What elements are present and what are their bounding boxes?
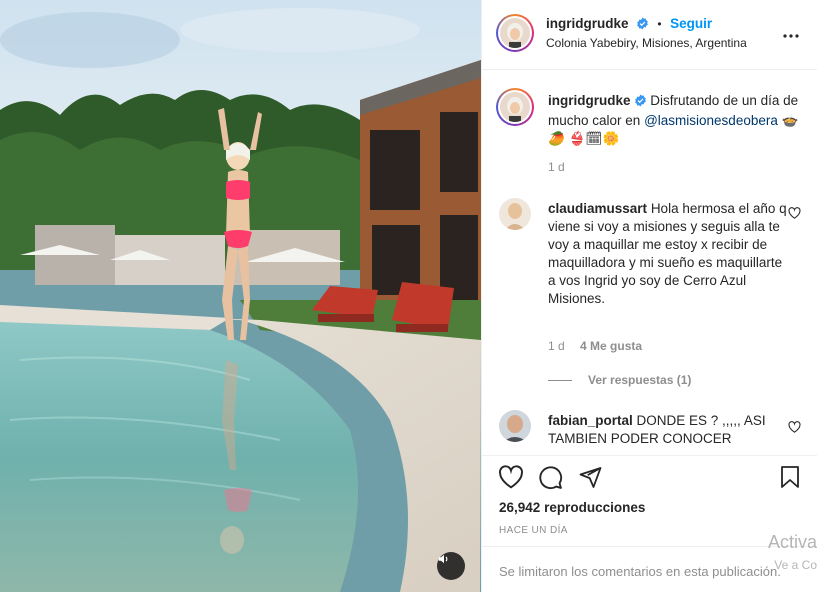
separator-dot: •	[657, 17, 662, 31]
mute-button[interactable]	[437, 552, 465, 580]
comment-likes[interactable]: 4 Me gusta	[580, 339, 642, 353]
follow-button[interactable]: Seguir	[670, 16, 712, 31]
comment-icon	[539, 466, 563, 490]
comment-like-button[interactable]	[788, 420, 801, 438]
comment-meta: 1 d 4 Me gusta	[548, 339, 642, 353]
post-location[interactable]: Colonia Yabebiry, Misiones, Argentina	[546, 36, 747, 50]
heart-outline-icon	[788, 207, 801, 219]
comment-avatar[interactable]	[499, 198, 531, 230]
caption-username[interactable]: ingridgrudke	[548, 93, 631, 108]
heart-outline-icon	[788, 421, 801, 433]
paper-plane-icon	[579, 467, 602, 488]
save-button[interactable]	[779, 465, 801, 494]
post-panel: ingridgrudke • Seguir Colonia Yabebiry, …	[481, 0, 817, 592]
comments-limited-text: Se limitaron los comentarios en esta pub…	[499, 564, 781, 579]
view-count-number: 26,942	[499, 500, 541, 515]
comment-body: fabian_portal DONDE ES ? ,,,,, ASI TAMBI…	[548, 412, 778, 448]
caption-mention-link[interactable]: @lasmisionesdeobera	[644, 113, 778, 128]
comments-limited-bar: Se limitaron los comentarios en esta pub…	[482, 546, 817, 592]
more-options-icon	[783, 25, 799, 43]
view-count[interactable]: 26,942 reproducciones	[499, 500, 645, 515]
replies-line	[548, 379, 572, 381]
comment-username[interactable]: fabian_portal	[548, 413, 633, 428]
author-avatar[interactable]	[496, 14, 534, 52]
verified-badge-icon	[634, 94, 647, 112]
comment-like-button[interactable]	[788, 206, 801, 224]
post-actions: 26,942 reproducciones HACE UN DÍA Se lim…	[482, 455, 817, 592]
activation-watermark-subtitle: Ve a Co	[774, 558, 817, 572]
more-options-button[interactable]	[781, 24, 801, 44]
video-frame-illustration	[0, 0, 481, 592]
comments-list[interactable]: ingridgrudke Disfrutando de un día de mu…	[482, 70, 817, 455]
comment-age[interactable]: 1 d	[548, 339, 565, 353]
view-replies-button[interactable]: Ver respuestas (1)	[548, 373, 691, 387]
post-video[interactable]	[0, 0, 481, 592]
post-header: ingridgrudke • Seguir Colonia Yabebiry, …	[482, 0, 817, 70]
bookmark-icon	[781, 466, 799, 488]
caption-age[interactable]: 1 d	[548, 160, 565, 174]
view-count-label: reproducciones	[544, 500, 646, 515]
comment-button[interactable]	[538, 465, 563, 495]
share-button[interactable]	[578, 465, 603, 494]
author-username[interactable]: ingridgrudke	[546, 16, 629, 31]
view-replies-label: Ver respuestas (1)	[588, 373, 692, 387]
comment-text: Hola hermosa el año q viene si voy a mis…	[548, 201, 787, 306]
like-button[interactable]	[498, 465, 524, 494]
verified-badge-icon	[636, 17, 649, 35]
post-caption: ingridgrudke Disfrutando de un día de mu…	[548, 92, 803, 148]
comment-body: claudiamussart Hola hermosa el año q vie…	[548, 200, 788, 308]
comment-avatar[interactable]	[499, 410, 531, 442]
post-date[interactable]: HACE UN DÍA	[499, 525, 568, 536]
comment-username[interactable]: claudiamussart	[548, 201, 647, 216]
heart-icon	[499, 465, 523, 489]
caption-avatar[interactable]	[496, 88, 534, 126]
activation-watermark-title: Activa	[767, 532, 817, 552]
